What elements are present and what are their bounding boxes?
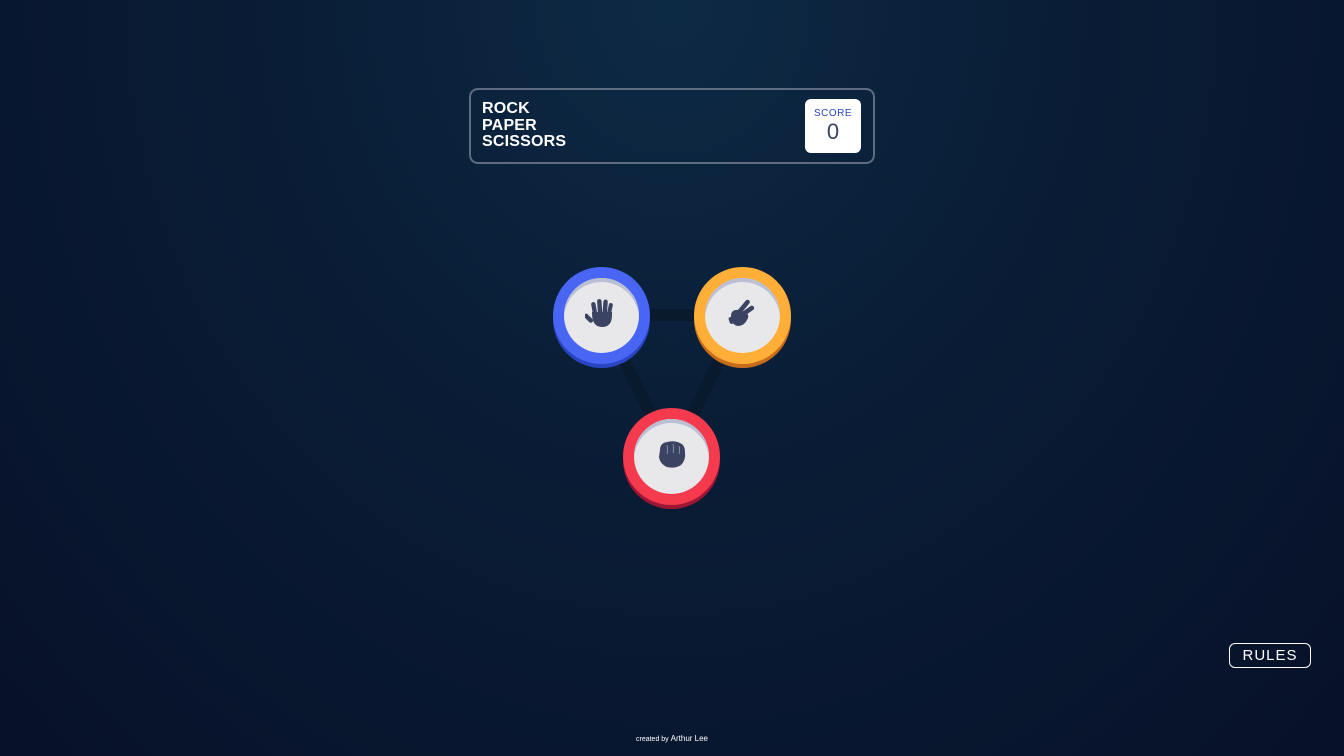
credit-prefix: created by: [636, 736, 669, 743]
triangle-connector: [595, 309, 748, 462]
rules-button[interactable]: RULES: [1229, 643, 1311, 668]
game-board: [0, 0, 1344, 756]
hand-scissors-icon: [726, 296, 760, 335]
credit-author[interactable]: Arthur Lee: [671, 734, 708, 743]
footer-credit: created by Arthur Lee: [0, 734, 1344, 743]
hand-paper-icon: [583, 296, 619, 335]
hand-rock-icon: [654, 436, 690, 477]
scissors-token-button[interactable]: [694, 267, 791, 368]
paper-token-button[interactable]: [553, 267, 650, 368]
rock-token-button[interactable]: [623, 408, 720, 509]
